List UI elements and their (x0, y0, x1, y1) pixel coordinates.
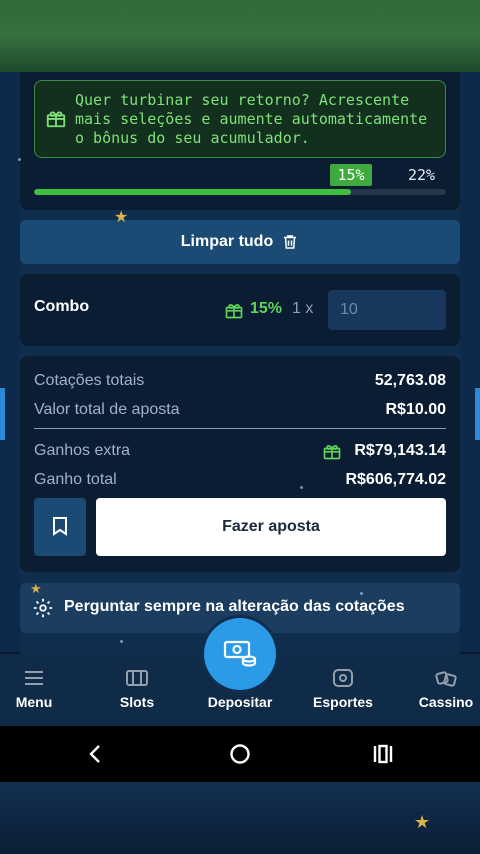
summary-divider (34, 428, 446, 429)
recent-apps-icon[interactable] (372, 744, 394, 764)
bonus-progress-bar (34, 189, 446, 195)
total-odds-value: 52,763.08 (374, 372, 446, 389)
place-bet-button[interactable]: Fazer aposta (96, 498, 446, 556)
bookmark-icon (53, 517, 67, 536)
nav-slots[interactable]: Slots (89, 654, 185, 726)
star-decoration: ★ (114, 209, 129, 226)
sparkle-dot (300, 486, 303, 489)
nav-slots-label: Slots (119, 694, 155, 710)
menu-icon (25, 671, 43, 685)
sparkle-dot (120, 640, 123, 643)
sparkle-dot (360, 592, 363, 595)
total-odds-label: Cotações totais (34, 372, 145, 389)
clear-all-label: Limpar tudo (180, 233, 274, 250)
nav-casino[interactable]: Cassino (398, 654, 480, 726)
extra-winnings-value: R$79,143.14 (354, 442, 446, 459)
promo-message-box: Quer turbinar seu retorno? Acrescente ma… (34, 80, 446, 158)
deposit-fab-button[interactable] (204, 618, 276, 690)
total-odds-row: Cotações totais 52,763.08 (34, 372, 446, 390)
clear-all-button[interactable]: Limpar tudo (20, 220, 460, 264)
combo-multiplier: 1 x (292, 300, 314, 317)
nav-menu-label: Menu (15, 694, 53, 710)
promo-text: Quer turbinar seu retorno? Acrescente ma… (75, 91, 428, 147)
current-bonus-badge: 15% (330, 164, 372, 186)
gift-icon (46, 111, 66, 128)
total-win-value: R$606,774.02 (345, 471, 446, 488)
odds-change-label: Perguntar sempre na alteração das cotaçõ… (64, 598, 405, 615)
home-icon[interactable] (229, 743, 251, 765)
left-background (0, 72, 20, 652)
gift-icon (323, 445, 341, 460)
extra-winnings-row: Ganhos extra R$79,143.14 (34, 442, 446, 460)
trash-icon (284, 235, 297, 249)
sports-icon (333, 669, 353, 687)
slots-icon (126, 670, 148, 686)
nav-sports-label: Esportes (313, 694, 373, 710)
back-icon[interactable] (86, 744, 106, 764)
right-edge-accent (475, 388, 480, 440)
bonus-progress-fill (34, 189, 352, 195)
nav-sports[interactable]: Esportes (295, 654, 391, 726)
max-bonus-label: 22% (408, 166, 436, 184)
nav-menu[interactable]: Menu (0, 654, 82, 726)
nav-casino-label: Cassino (418, 694, 474, 710)
gift-icon (225, 304, 243, 319)
save-bet-button[interactable] (34, 498, 86, 556)
star-decoration: ★ (414, 812, 431, 832)
gear-icon (33, 598, 53, 618)
accumulator-promo-card: Quer turbinar seu retorno? Acrescente ma… (20, 72, 460, 210)
system-navigation-bar (0, 726, 480, 782)
combo-card: Combo 15% 1 x 10 (20, 274, 460, 346)
combo-label: Combo (34, 298, 90, 315)
total-win-row: Ganho total R$606,774.02 (34, 471, 446, 489)
total-stake-value: R$10.00 (385, 401, 447, 418)
nav-deposit-label: Depositar (207, 694, 273, 710)
bet-slip-sheet: Quer turbinar seu retorno? Acrescente ma… (20, 72, 460, 654)
bottom-background (0, 782, 480, 854)
total-win-label: Ganho total (34, 471, 117, 488)
stake-input[interactable]: 10 (328, 290, 446, 330)
top-background (0, 0, 480, 72)
total-stake-row: Valor total de aposta R$10.00 (34, 401, 446, 419)
deposit-icon (223, 640, 257, 667)
extra-winnings-label: Ganhos extra (34, 442, 131, 459)
casino-icon (435, 671, 457, 687)
total-stake-label: Valor total de aposta (34, 401, 180, 418)
combo-bonus-percent: 15% (250, 300, 283, 317)
sparkle-dot (18, 158, 21, 161)
right-background (460, 72, 480, 652)
left-edge-accent (0, 388, 5, 440)
bet-summary-card: Cotações totais 52,763.08 Valor total de… (20, 356, 460, 572)
star-decoration: ★ (30, 581, 42, 596)
